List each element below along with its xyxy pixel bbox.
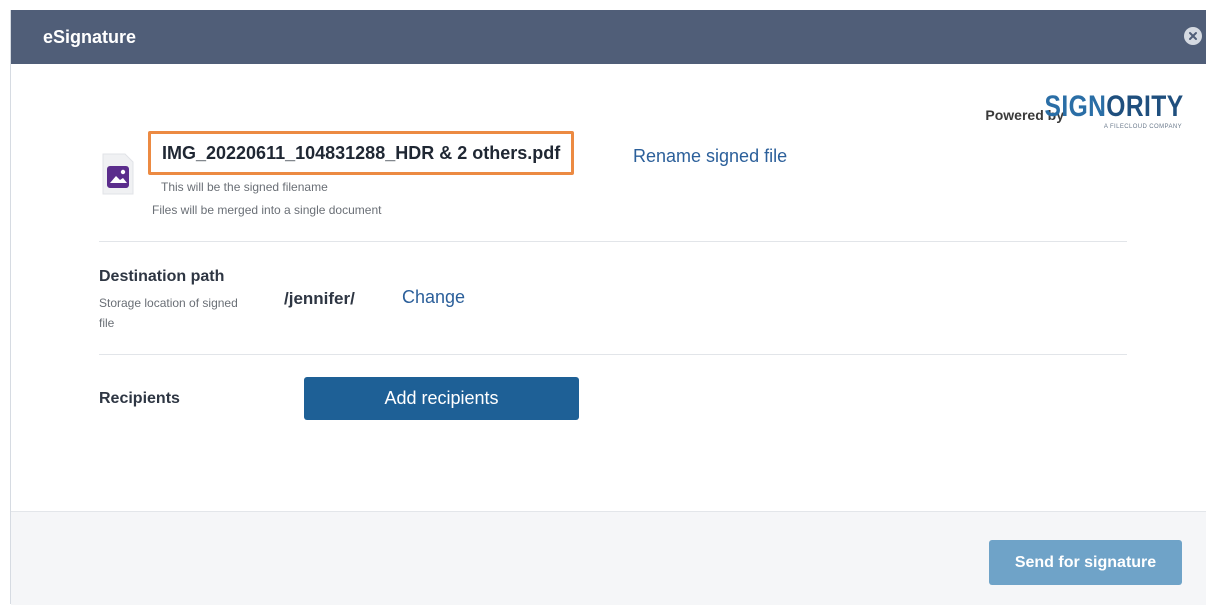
brand-tagline: A FILECLOUD COMPANY: [1103, 124, 1182, 130]
signed-file-name: IMG_20220611_104831288_HDR & 2 others.pd…: [148, 131, 575, 175]
merge-hint: Files will be merged into a single docum…: [152, 203, 382, 217]
divider: [99, 241, 1127, 242]
send-for-signature-button[interactable]: Send for signature: [989, 540, 1182, 585]
signed-filename-hint: This will be the signed filename: [161, 180, 328, 194]
destination-path-hint: Storage location of signed file: [99, 296, 238, 330]
signority-logo: SIGNORITY: [1044, 90, 1184, 123]
destination-path-value: /jennifer/: [284, 289, 355, 308]
change-destination-link[interactable]: Change: [402, 287, 465, 308]
dialog-title: eSignature: [43, 27, 137, 47]
divider: [99, 354, 1127, 355]
dialog-titlebar: eSignature: [11, 10, 1206, 64]
image-file-icon: [99, 150, 137, 198]
dialog-footer: Send for signature: [11, 511, 1206, 605]
rename-signed-file-link[interactable]: Rename signed file: [633, 146, 787, 167]
add-recipients-button[interactable]: Add recipients: [304, 377, 579, 420]
close-icon[interactable]: [1184, 27, 1202, 45]
destination-path-label: Destination path: [99, 268, 225, 285]
recipients-label: Recipients: [99, 390, 180, 407]
esignature-dialog: eSignature Powered by SIGNORITY A FILECL…: [10, 10, 1206, 605]
